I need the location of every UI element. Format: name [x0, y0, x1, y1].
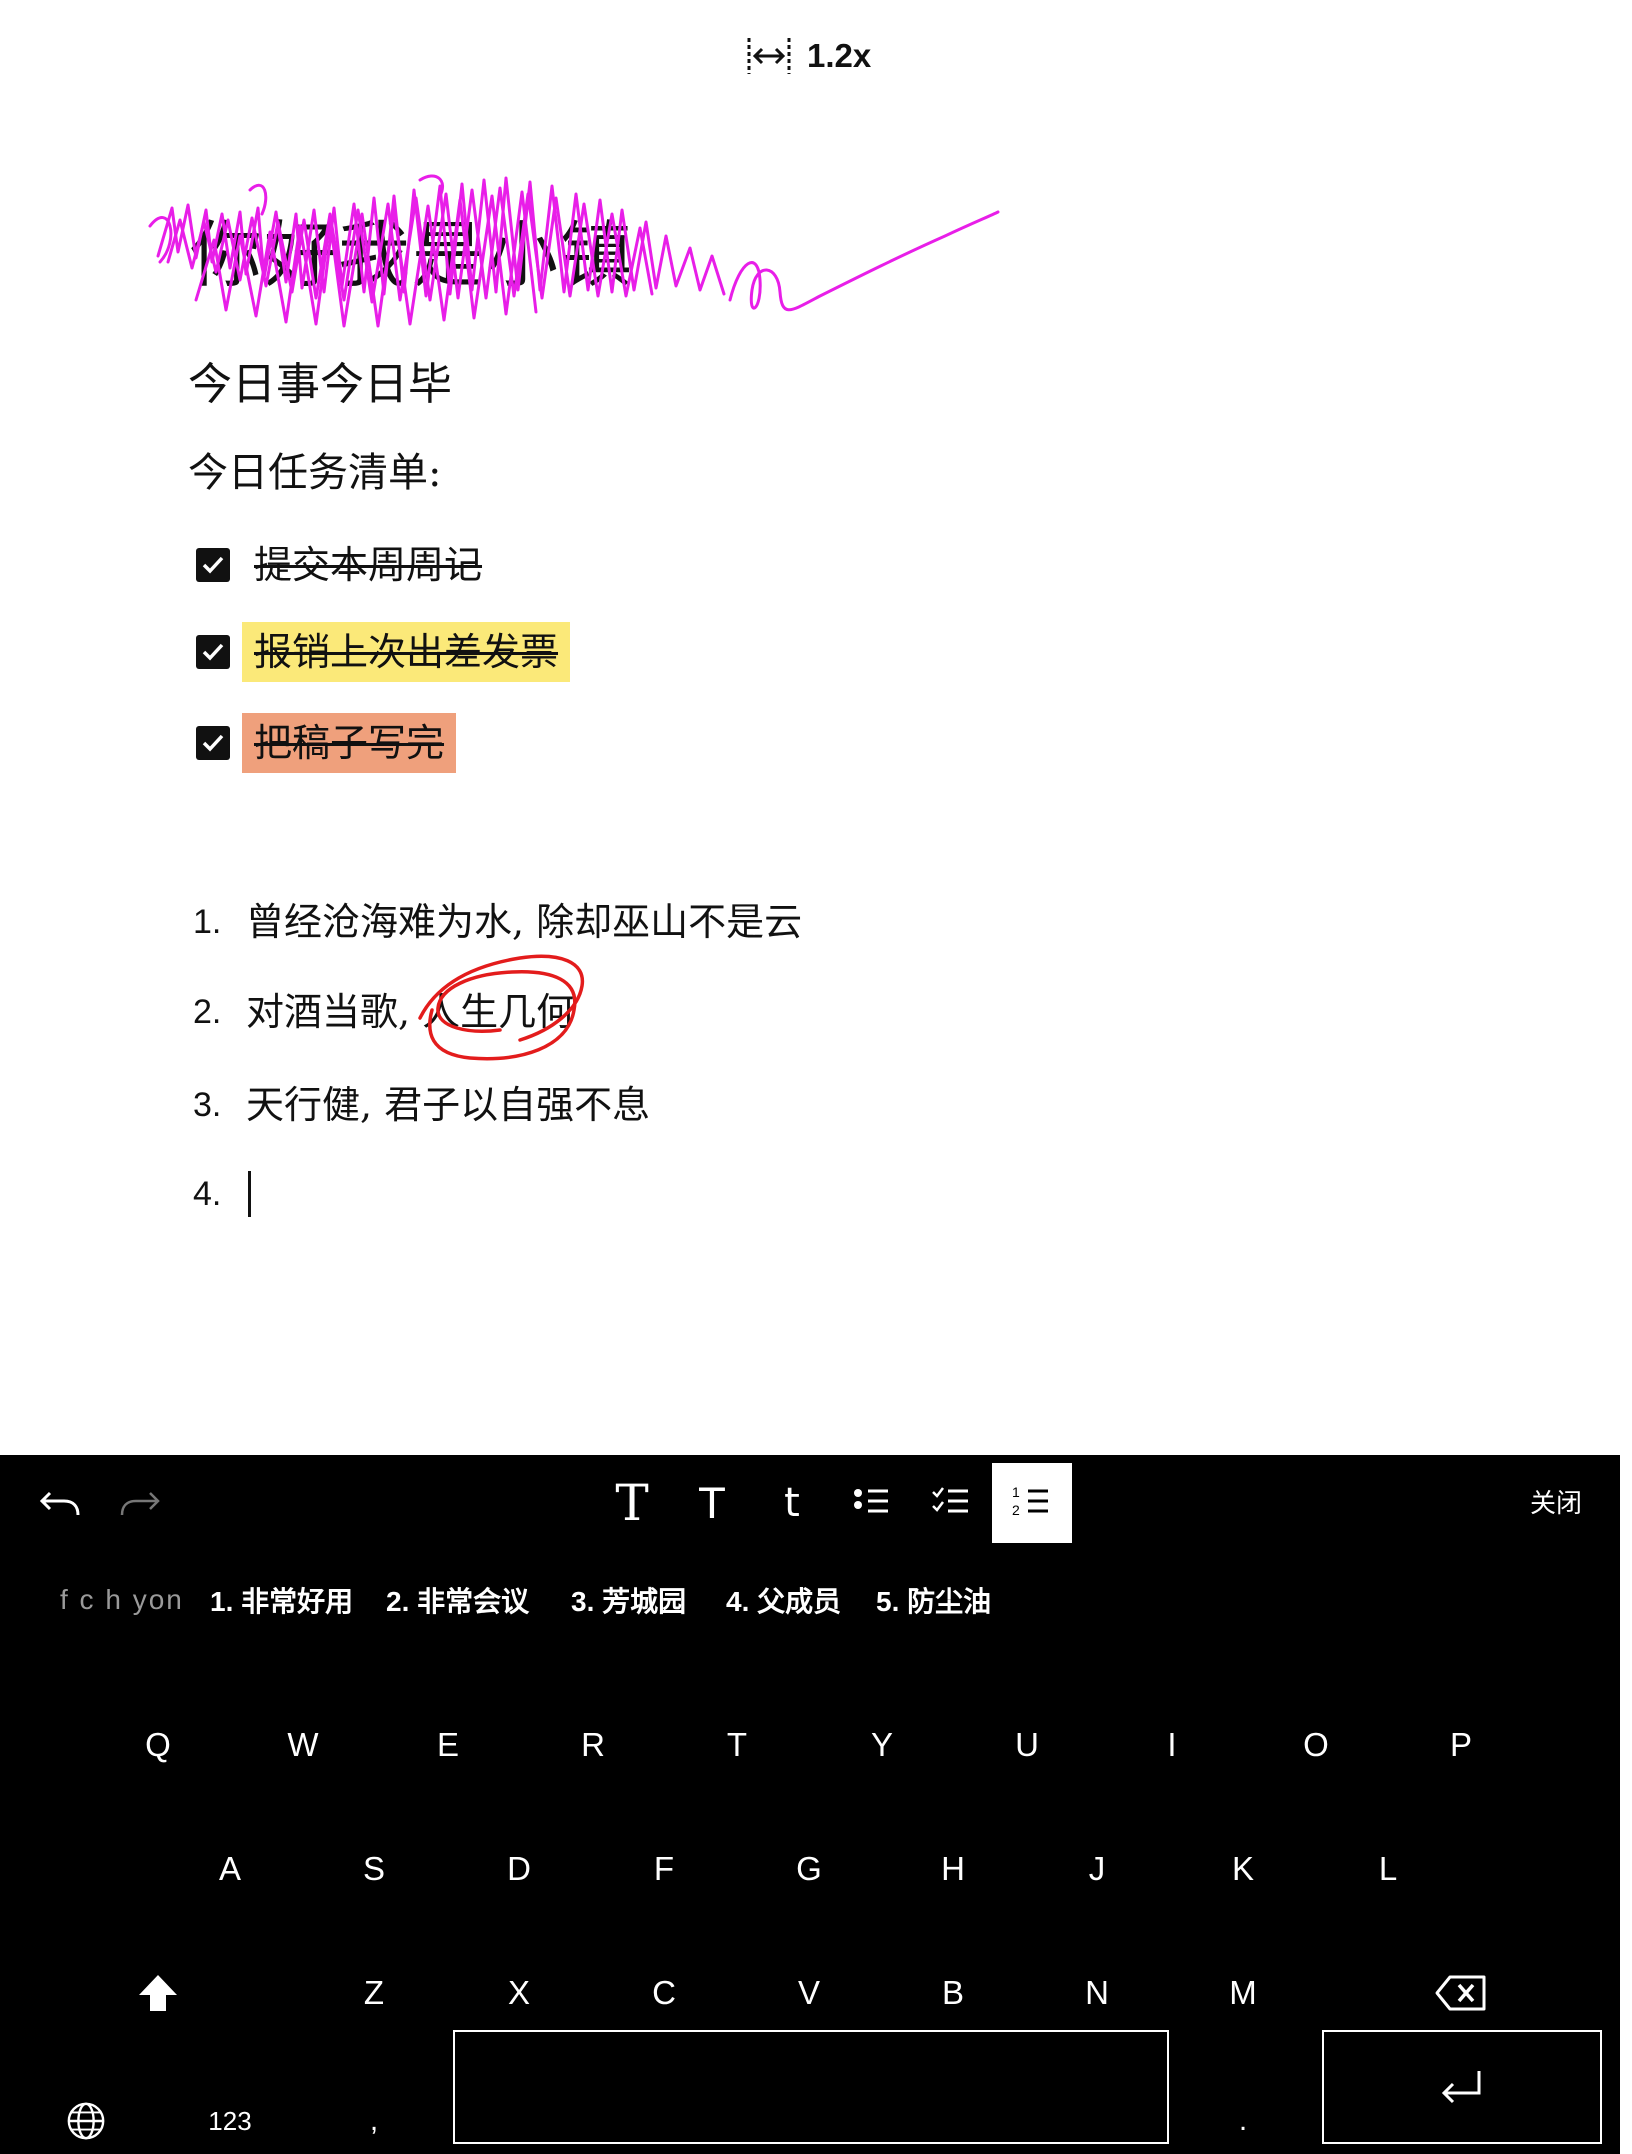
key-t[interactable]: T: [677, 1700, 797, 1790]
key-m[interactable]: M: [1183, 1948, 1303, 2038]
key-c[interactable]: C: [604, 1948, 724, 2038]
document-subtitle[interactable]: 今日事今日毕: [188, 357, 452, 413]
enter-icon: [1441, 2071, 1481, 2104]
numbered-item-text[interactable]: 曾经沧海难为水, 除却巫山不是云: [246, 894, 802, 950]
document-title[interactable]: 你好我是小镇: [190, 210, 634, 300]
key-y[interactable]: Y: [822, 1700, 942, 1790]
key-x[interactable]: X: [459, 1948, 579, 2038]
checkbox-checked[interactable]: [196, 635, 230, 669]
key-h[interactable]: H: [893, 1824, 1013, 1914]
key-f[interactable]: F: [604, 1824, 724, 1914]
checkbox-checked[interactable]: [196, 726, 230, 760]
bullet-list-icon: [854, 1489, 888, 1513]
svg-text:1: 1: [1012, 1484, 1020, 1500]
checklist-item-text[interactable]: 提交本周周记: [242, 535, 494, 595]
candidate-item[interactable]: 5. 防尘油: [876, 1580, 991, 1620]
key-g[interactable]: G: [749, 1824, 869, 1914]
key-a[interactable]: A: [170, 1824, 290, 1914]
numbered-item[interactable]: 4.: [193, 1166, 251, 1222]
tasks-heading[interactable]: 今日任务清单:: [188, 447, 441, 499]
list-number: 4.: [193, 1174, 222, 1213]
key-r[interactable]: R: [533, 1700, 653, 1790]
enter-key[interactable]: [1322, 2030, 1602, 2144]
numbered-list-icon: 1 2: [1012, 1484, 1048, 1518]
backspace-icon: [1435, 1975, 1486, 2011]
keyboard-panel: T T t 1 2 关闭 f c h yon 1. 非常好用 2. 非常会议 3…: [0, 1455, 1620, 2154]
candidate-item[interactable]: 3. 芳城园: [571, 1580, 686, 1620]
text-cursor: [248, 1171, 251, 1217]
bullet-list-button[interactable]: [832, 1463, 912, 1543]
key-o[interactable]: O: [1256, 1700, 1376, 1790]
undo-icon: [39, 1491, 80, 1516]
heading1-button[interactable]: T: [592, 1463, 672, 1543]
key-d[interactable]: D: [459, 1824, 579, 1914]
check-icon: [202, 734, 224, 752]
key-n[interactable]: N: [1037, 1948, 1157, 2038]
undo-button[interactable]: [20, 1463, 100, 1543]
key-e[interactable]: E: [388, 1700, 508, 1790]
candidate-item[interactable]: 2. 非常会议: [386, 1580, 529, 1620]
numbered-item-text[interactable]: 对酒当歌, 人生几何: [246, 984, 574, 1040]
numbered-list-button[interactable]: 1 2: [992, 1463, 1072, 1543]
key-u[interactable]: U: [967, 1700, 1087, 1790]
redo-button[interactable]: [100, 1463, 180, 1543]
check-icon: [202, 556, 224, 574]
note-editor-screen: 1.2x 你好我是小镇 今日事今日毕 今日任务清单: 提交本周周记 报销上次出差…: [0, 0, 1632, 2154]
globe-icon: [67, 2102, 105, 2140]
key-v[interactable]: V: [749, 1948, 869, 2038]
key-s[interactable]: S: [314, 1824, 434, 1914]
heading2-button[interactable]: T: [672, 1463, 752, 1543]
pinyin-composition: f c h yon: [60, 1584, 184, 1615]
shift-key[interactable]: [98, 1948, 218, 2038]
numbers-key[interactable]: 123: [170, 2083, 290, 2154]
comma-key[interactable]: ,: [314, 2083, 434, 2154]
checklist-button[interactable]: [912, 1463, 992, 1543]
numbered-item-text[interactable]: 天行健, 君子以自强不息: [246, 1077, 650, 1133]
body-text-button[interactable]: t: [752, 1463, 832, 1543]
checklist-item[interactable]: 报销上次出差发票: [196, 622, 571, 682]
numbered-item[interactable]: 3. 天行健, 君子以自强不息: [193, 1077, 650, 1133]
key-k[interactable]: K: [1183, 1824, 1303, 1914]
checklist-item[interactable]: 提交本周周记: [196, 535, 494, 595]
key-q[interactable]: Q: [98, 1700, 218, 1790]
key-j[interactable]: J: [1037, 1824, 1157, 1914]
close-keyboard-button[interactable]: 关闭: [1530, 1483, 1582, 1520]
key-l[interactable]: L: [1328, 1824, 1448, 1914]
candidate-item[interactable]: 1. 非常好用: [210, 1580, 353, 1620]
backspace-key[interactable]: [1401, 1948, 1521, 2038]
numbered-item[interactable]: 2. 对酒当歌, 人生几何: [193, 984, 574, 1040]
list-number: 1.: [193, 902, 222, 941]
numbered-item[interactable]: 1. 曾经沧海难为水, 除却巫山不是云: [193, 894, 802, 950]
checklist-item-text[interactable]: 把稿子写完: [242, 713, 457, 773]
language-key[interactable]: [26, 2083, 146, 2154]
candidate-item[interactable]: 4. 父成员: [726, 1580, 841, 1620]
period-key[interactable]: .: [1183, 2083, 1303, 2154]
key-p[interactable]: P: [1401, 1700, 1521, 1790]
key-w[interactable]: W: [243, 1700, 363, 1790]
svg-text:2: 2: [1012, 1502, 1020, 1518]
redo-icon: [120, 1492, 160, 1516]
space-key[interactable]: [453, 2030, 1169, 2144]
candidate-bar: f c h yon 1. 非常好用 2. 非常会议 3. 芳城园 4. 父成员 …: [0, 1565, 1620, 1635]
key-z[interactable]: Z: [314, 1948, 434, 2038]
check-icon: [202, 643, 224, 661]
document-canvas[interactable]: 你好我是小镇 今日事今日毕 今日任务清单: 提交本周周记 报销上次出差发票 把稿…: [0, 0, 1632, 1455]
checklist-item[interactable]: 把稿子写完: [196, 713, 457, 773]
shift-icon: [139, 1975, 177, 2011]
checklist-icon: [932, 1487, 968, 1513]
list-number: 2.: [193, 992, 222, 1031]
list-number: 3.: [193, 1085, 222, 1124]
checklist-item-text[interactable]: 报销上次出差发票: [242, 622, 571, 682]
checkbox-checked[interactable]: [196, 548, 230, 582]
key-i[interactable]: I: [1112, 1700, 1232, 1790]
key-b[interactable]: B: [893, 1948, 1013, 2038]
